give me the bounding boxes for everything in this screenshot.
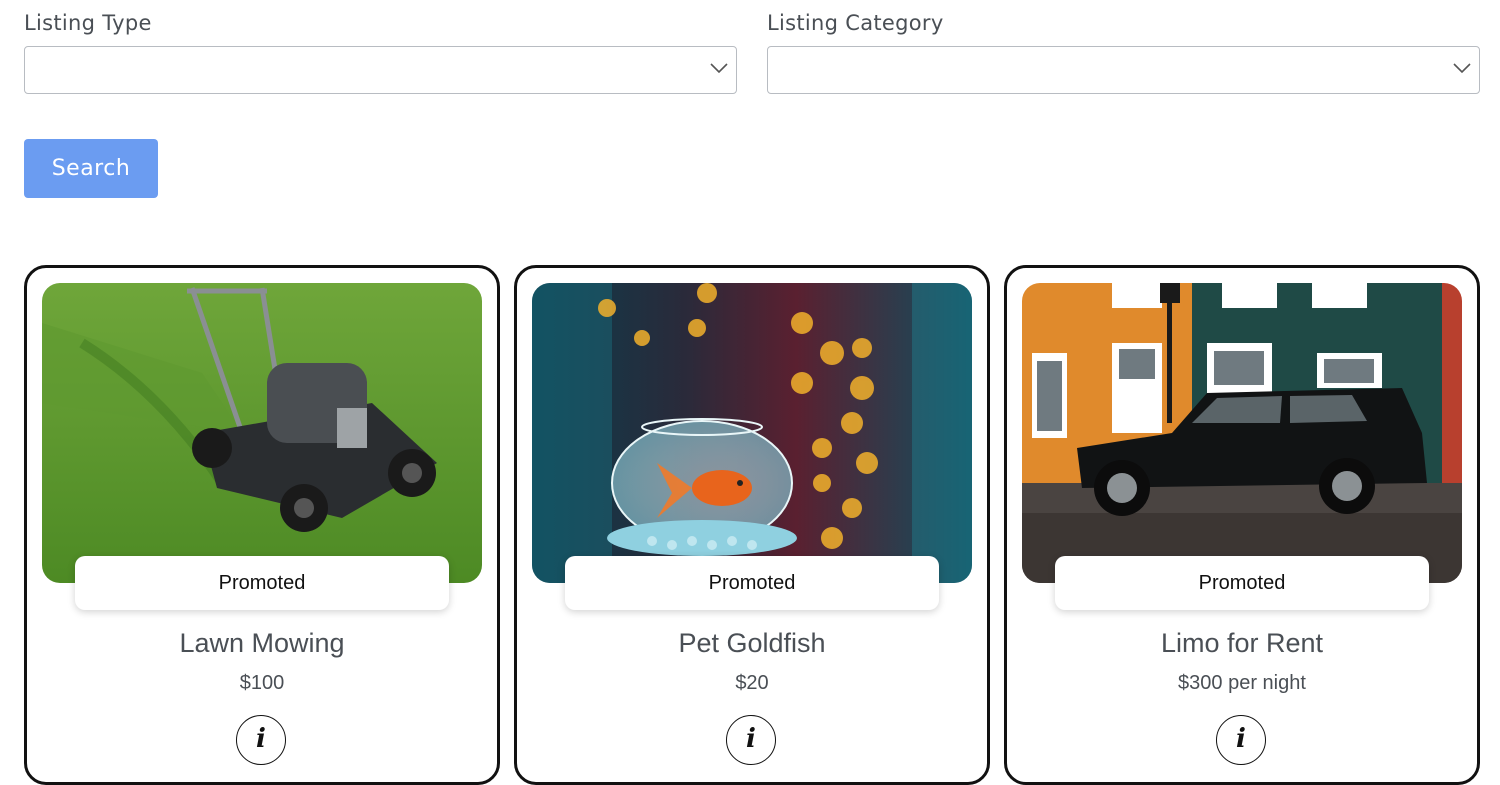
listing-type-filter: Listing Type (24, 8, 737, 94)
limo-image[interactable] (1022, 283, 1462, 583)
listing-type-label: Listing Type (24, 11, 152, 35)
info-button[interactable]: i (1216, 715, 1266, 765)
listing-price: $20 (735, 672, 769, 694)
promoted-badge: Promoted (565, 556, 939, 610)
filters-bar: Listing Type Listing Category (24, 0, 1480, 100)
listing-title[interactable]: Lawn Mowing (27, 628, 497, 659)
listing-card[interactable]: Promoted Lawn Mowing $100 i (24, 265, 500, 785)
listing-type-select[interactable] (24, 46, 737, 94)
promoted-badge: Promoted (75, 556, 449, 610)
chevron-down-icon (1453, 63, 1471, 74)
info-button[interactable]: i (726, 715, 776, 765)
info-button[interactable]: i (236, 715, 286, 765)
chevron-down-icon (710, 63, 728, 74)
lawn-mower-image[interactable] (42, 283, 482, 583)
listing-card[interactable]: Promoted Pet Goldfish $20 i (514, 265, 990, 785)
goldfish-image[interactable] (532, 283, 972, 583)
listing-title[interactable]: Limo for Rent (1007, 628, 1477, 659)
listing-card[interactable]: Promoted Limo for Rent $300 per night i (1004, 265, 1480, 785)
promoted-badge: Promoted (1055, 556, 1429, 610)
listing-price: $100 (239, 672, 285, 694)
listing-category-filter: Listing Category (767, 8, 1480, 94)
listing-category-label: Listing Category (767, 11, 944, 35)
listing-category-select[interactable] (767, 46, 1480, 94)
listing-grid: Promoted Lawn Mowing $100 i Promoted Pet… (24, 265, 1480, 785)
search-button[interactable]: Search (24, 139, 158, 198)
listing-price: $300 per night (1178, 672, 1306, 694)
listing-title[interactable]: Pet Goldfish (517, 628, 987, 659)
